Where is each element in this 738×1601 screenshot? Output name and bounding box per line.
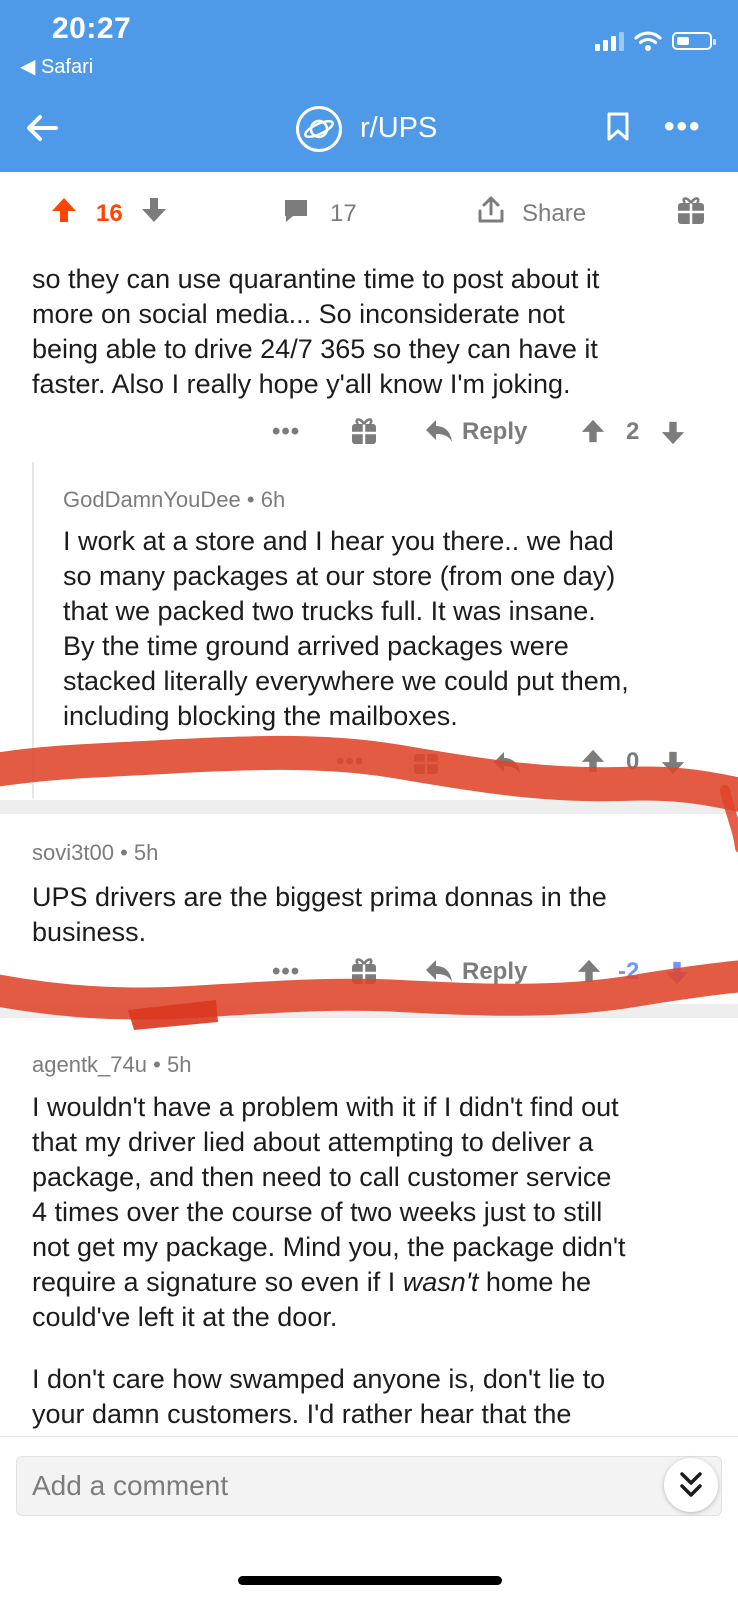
wifi-icon: [634, 31, 662, 51]
bookmark-icon[interactable]: [606, 112, 630, 142]
comment-text-line: including blocking the mailboxes.: [63, 701, 458, 731]
comment-count: 17: [330, 200, 357, 227]
comment-input-placeholder: Add a comment: [32, 1470, 229, 1501]
upvote-arrow-icon[interactable]: [50, 196, 78, 224]
upvote-arrow-icon[interactable]: [580, 748, 606, 774]
comment-text-line: not get my package. Mind you, the packag…: [32, 1232, 626, 1262]
status-time: 20:27: [52, 12, 132, 45]
gift-award-icon[interactable]: [350, 956, 378, 986]
subreddit-planet-icon[interactable]: [296, 106, 342, 152]
comment-text-line: more on social media... So inconsiderate…: [32, 299, 565, 329]
more-options-icon[interactable]: •••: [664, 110, 702, 144]
comment-text-line: could've left it at the door.: [32, 1302, 338, 1332]
app-header: 20:27 ◀ Safari r/UPS •••: [0, 0, 738, 172]
comment-text-line: so they can use quarantine time to post …: [32, 264, 600, 294]
status-icons: [595, 30, 716, 52]
comment-score: 2: [626, 418, 640, 445]
back-arrow-icon[interactable]: [22, 108, 62, 148]
upvote-arrow-icon[interactable]: [580, 418, 606, 444]
upvote-arrow-icon[interactable]: [576, 958, 602, 984]
comment-text-fragment: home he: [478, 1267, 591, 1297]
comment-separator: [0, 800, 738, 814]
comment-text-emphasis: wasn't: [402, 1267, 479, 1297]
comment-text-line: stacked literally everywhere we could pu…: [63, 666, 629, 696]
comment-separator: [0, 1004, 738, 1018]
cellular-signal-icon: [595, 31, 624, 51]
comment-meta: agentk_74u • 5h: [32, 1052, 191, 1078]
gift-award-icon[interactable]: [412, 746, 440, 776]
back-to-safari-link[interactable]: ◀ Safari: [20, 54, 93, 79]
comment-text-line: your damn customers. I'd rather hear tha…: [32, 1399, 572, 1429]
comment-age: 5h: [133, 840, 159, 865]
comment-text-line: business.: [32, 917, 147, 947]
meta-separator: •: [153, 1052, 161, 1077]
home-indicator[interactable]: [238, 1576, 502, 1585]
thread-indent-line: [32, 462, 34, 798]
reply-button[interactable]: Reply: [462, 418, 527, 446]
comment-text-line: UPS drivers are the biggest prima donnas…: [32, 882, 607, 912]
battery-icon: [672, 32, 716, 50]
comment-more-icon[interactable]: •••: [272, 418, 300, 446]
post-score: 16: [96, 200, 123, 227]
comment-more-icon[interactable]: •••: [272, 958, 300, 986]
reply-button[interactable]: Reply: [462, 958, 527, 986]
comment-score: -2: [618, 958, 640, 985]
reply-arrow-icon[interactable]: [424, 418, 454, 444]
comment-author[interactable]: sovi3t00: [32, 840, 114, 865]
reply-arrow-icon[interactable]: [424, 958, 454, 984]
comment-meta: GodDamnYouDee • 6h: [63, 487, 285, 513]
comment-text-line: that we packed two trucks full. It was i…: [63, 596, 596, 626]
meta-separator: •: [246, 487, 255, 512]
comment-bubble-icon[interactable]: [282, 198, 310, 224]
comment-text-line: that my driver lied about attempting to …: [32, 1127, 594, 1157]
comment-score: 0: [626, 748, 640, 775]
comment-text-line: 4 times over the course of two weeks jus…: [32, 1197, 603, 1227]
comment-text-line: I work at a store and I hear you there..…: [63, 526, 614, 556]
comment-author[interactable]: agentk_74u: [32, 1052, 147, 1077]
comment-text-line: I wouldn't have a problem with it if I d…: [32, 1092, 619, 1122]
share-label[interactable]: Share: [522, 200, 586, 228]
comment-text-line: require a signature so even if I wasn't …: [32, 1265, 591, 1300]
meta-separator: •: [120, 840, 128, 865]
downvote-arrow-icon[interactable]: [664, 960, 690, 986]
comment-text-fragment: require a signature so even if I: [32, 1267, 403, 1297]
comment-meta: sovi3t00 • 5h: [32, 840, 158, 866]
gift-award-icon[interactable]: [350, 416, 378, 446]
comment-age: 5h: [166, 1052, 192, 1077]
comment-more-icon[interactable]: •••: [336, 748, 364, 776]
comment-text-line: faster. Also I really hope y'all know I'…: [32, 369, 571, 399]
downvote-arrow-icon[interactable]: [140, 196, 168, 224]
downvote-arrow-icon[interactable]: [660, 420, 686, 446]
comment-text-line: package, and then need to call customer …: [32, 1162, 612, 1192]
gift-award-icon[interactable]: [676, 194, 706, 226]
share-icon[interactable]: [476, 194, 506, 224]
comment-text-line: so many packages at our store (from one …: [63, 561, 616, 591]
double-chevron-down-icon: [680, 1472, 702, 1497]
comment-text-line: By the time ground arrived packages were: [63, 631, 569, 661]
comment-age: 6h: [260, 487, 286, 512]
subreddit-title[interactable]: r/UPS: [360, 112, 437, 145]
downvote-arrow-icon[interactable]: [660, 750, 686, 776]
comment-text-line: I don't care how swamped anyone is, don'…: [32, 1364, 606, 1394]
comment-author[interactable]: GodDamnYouDee: [63, 487, 241, 512]
reply-arrow-icon[interactable]: [492, 750, 522, 776]
jump-to-next-button[interactable]: [664, 1458, 718, 1512]
comment-text-line: being able to drive 24/7 365 so they can…: [32, 334, 598, 364]
